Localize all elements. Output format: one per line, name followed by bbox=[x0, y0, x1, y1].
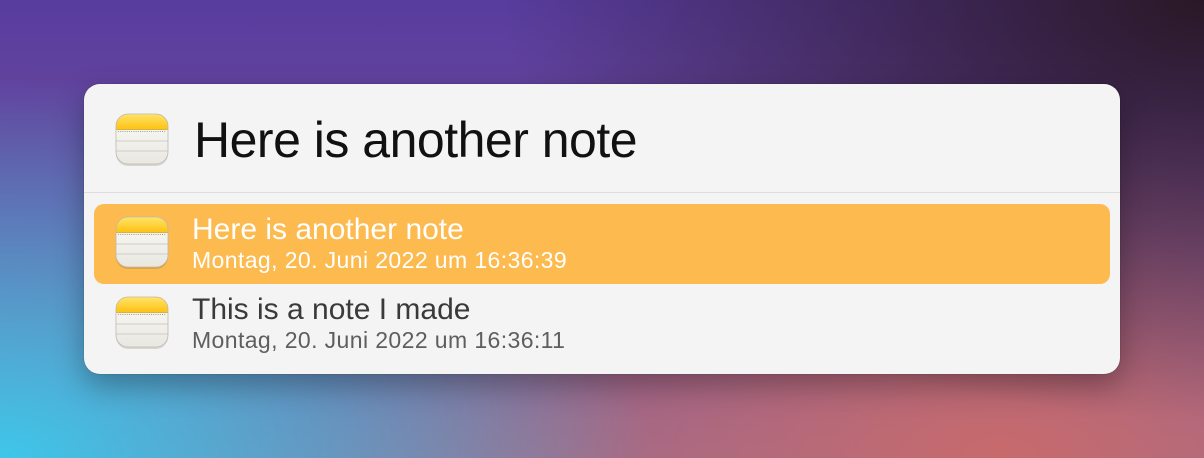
notes-app-icon bbox=[114, 295, 170, 351]
result-date: Montag, 20. Juni 2022 um 16:36:11 bbox=[192, 327, 566, 353]
search-bar[interactable]: Here is another note bbox=[84, 84, 1120, 192]
result-item[interactable]: This is a note I made Montag, 20. Juni 2… bbox=[94, 284, 1110, 364]
search-query-text[interactable]: Here is another note bbox=[194, 110, 638, 170]
result-title: Here is another note bbox=[192, 213, 464, 246]
result-title: This is a note I made bbox=[192, 293, 471, 326]
notes-app-icon bbox=[114, 215, 170, 271]
divider bbox=[84, 192, 1120, 193]
results-list: Here is another note Montag, 20. Juni 20… bbox=[94, 204, 1110, 364]
notes-app-icon bbox=[114, 112, 170, 168]
result-item-selected[interactable]: Here is another note Montag, 20. Juni 20… bbox=[94, 204, 1110, 284]
spotlight-panel: Here is another note Here is another not… bbox=[84, 84, 1120, 374]
result-date: Montag, 20. Juni 2022 um 16:36:39 bbox=[192, 247, 568, 273]
